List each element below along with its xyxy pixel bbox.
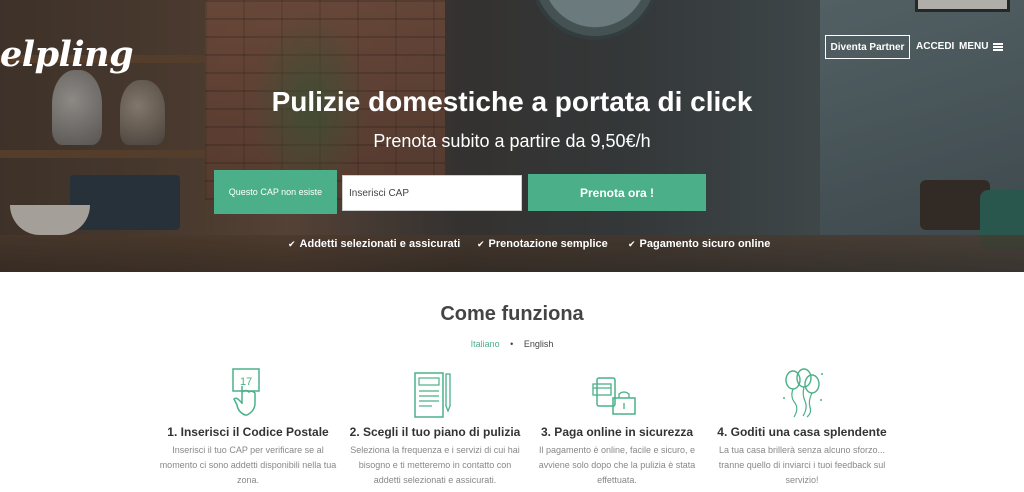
step-description: Il pagamento è online, facile e sicuro, … [538, 445, 696, 485]
step-item: 3. Paga online in sicurezza Il pagamento… [527, 368, 707, 488]
checkmark-icon: ✔ [288, 238, 296, 249]
brand-logo[interactable]: elpling [0, 34, 134, 75]
checkmark-icon: ✔ [628, 238, 636, 249]
hero-title: Pulizie domestiche a portata di click [271, 86, 753, 117]
cap-error-message: Questo CAP non esiste [214, 170, 337, 214]
language-italian[interactable]: Italiano [471, 339, 500, 349]
step-item: 17 1. Inserisci il Codice Postale Inseri… [158, 368, 338, 488]
login-link[interactable]: ACCEDI [916, 41, 954, 52]
hamburger-icon [993, 42, 1004, 51]
step-description: Inserisci il tuo CAP per verificare se a… [159, 445, 337, 485]
step-title: 3. Paga online in sicurezza [540, 425, 694, 439]
step-description: La tua casa brillerà senza alcuno sforzo… [718, 445, 886, 485]
cap-input[interactable] [342, 175, 522, 211]
step-item: 2. Scegli il tuo piano di pulizia Selezi… [345, 368, 525, 488]
feature-list: ✔ Addetti selezionati e assicurati ✔ Pre… [0, 238, 1024, 252]
step-description: Seleziona la frequenza e i servizi di cu… [350, 445, 520, 485]
feature-label: Prenotazione semplice [488, 238, 608, 250]
language-switcher: Italiano • English [0, 339, 1024, 349]
step-title: 2. Scegli il tuo piano di pulizia [349, 425, 521, 439]
balloons-icon [712, 368, 892, 420]
secure-payment-icon [527, 368, 707, 420]
checkmark-icon: ✔ [477, 238, 485, 249]
menu-button[interactable]: MENU [959, 41, 1004, 52]
language-english[interactable]: English [524, 339, 554, 349]
feature-item: ✔ Addetti selezionati e assicurati [288, 238, 460, 250]
feature-item: ✔ Pagamento sicuro online [628, 238, 770, 250]
step-item: 4. Goditi una casa splendente La tua cas… [712, 368, 892, 488]
hero-subtitle: Prenota subito a partire da 9,50€/h [373, 131, 651, 151]
menu-label: MENU [959, 41, 989, 52]
separator-dot: • [510, 339, 514, 349]
step-title: 4. Goditi una casa splendente [717, 425, 887, 439]
postal-code-hand-icon: 17 [158, 368, 338, 420]
feature-label: Pagamento sicuro online [639, 238, 771, 250]
book-now-button[interactable]: Prenota ora ! [528, 174, 706, 211]
feature-item: ✔ Prenotazione semplice [477, 238, 608, 250]
become-partner-button[interactable]: Diventa Partner [825, 35, 910, 59]
step-title: 1. Inserisci il Codice Postale [167, 425, 329, 439]
section-title: Come funziona [440, 303, 584, 325]
feature-label: Addetti selezionati e assicurati [299, 238, 461, 250]
hero-banner: elpling Diventa Partner ACCEDI MENU Puli… [0, 0, 1024, 272]
cleaning-plan-icon [345, 368, 525, 420]
